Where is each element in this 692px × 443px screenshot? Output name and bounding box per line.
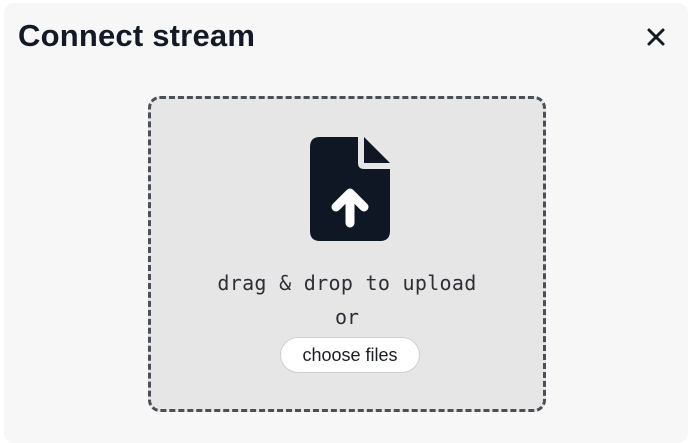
upload-dropzone[interactable]: drag & drop to upload or choose files <box>148 96 546 412</box>
choose-files-button[interactable]: choose files <box>280 337 420 373</box>
close-icon <box>646 27 666 50</box>
file-upload-icon <box>310 137 390 241</box>
drag-drop-hint: drag & drop to upload <box>217 271 477 295</box>
dialog-title: Connect stream <box>18 18 256 53</box>
connect-stream-dialog: Connect stream drag & drop to upload or … <box>4 3 688 443</box>
or-separator: or <box>334 305 360 329</box>
close-button[interactable] <box>642 24 670 52</box>
